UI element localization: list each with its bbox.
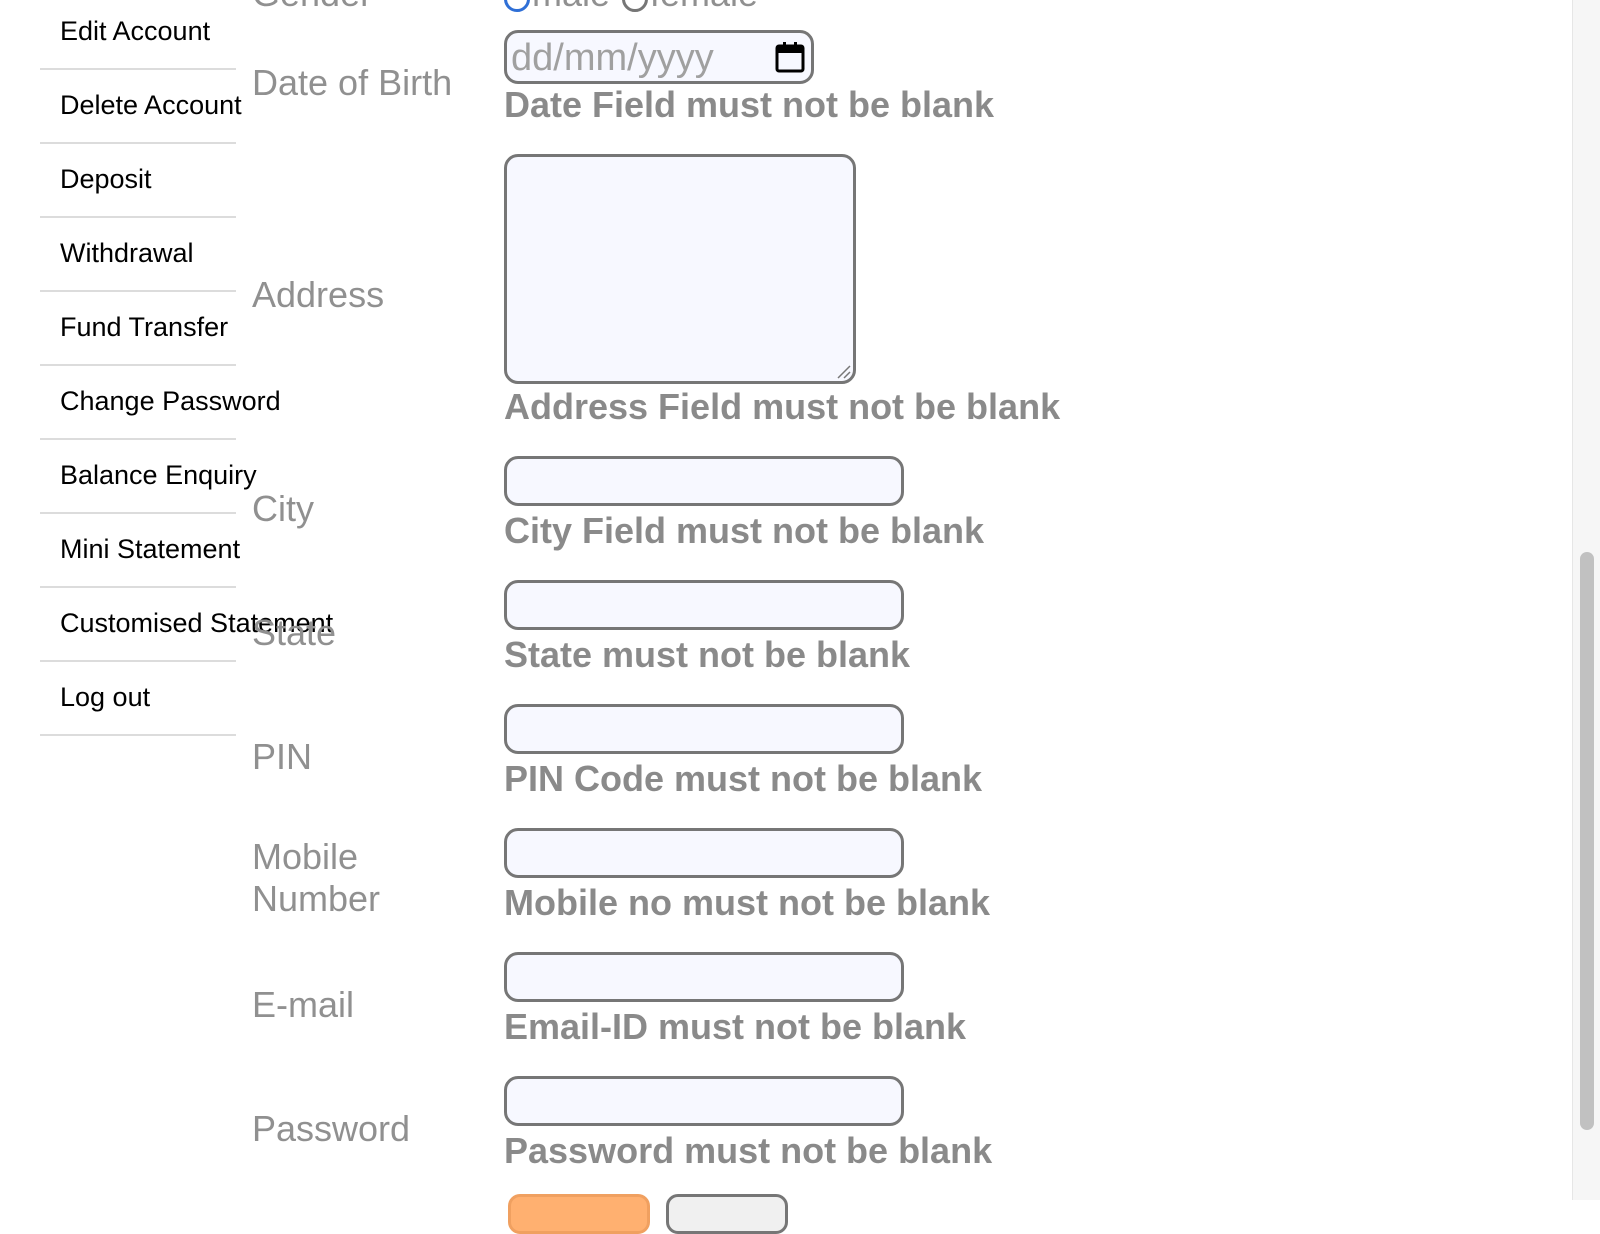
- menu-divider: [40, 290, 236, 292]
- password-error: Password must not be blank: [504, 1130, 993, 1171]
- balance-enquiry-link[interactable]: Balance Enquiry: [60, 444, 257, 506]
- pin-error: PIN Code must not be blank: [504, 758, 983, 799]
- menu-divider: [40, 142, 236, 144]
- state-input[interactable]: [504, 580, 904, 630]
- address-textarea[interactable]: [504, 154, 856, 384]
- menu-divider: [40, 512, 236, 514]
- city-error: City Field must not be blank: [504, 510, 985, 551]
- reset-button[interactable]: [666, 1194, 788, 1234]
- deposit-link[interactable]: Deposit: [60, 148, 152, 210]
- menu-divider: [40, 216, 236, 218]
- gender-male-label: male: [532, 0, 610, 15]
- menu-divider: [40, 660, 236, 662]
- gender-female-label: female: [650, 0, 758, 15]
- password-input[interactable]: [504, 1076, 904, 1126]
- mini-statement-link[interactable]: Mini Statement: [60, 518, 240, 580]
- menu-item-balance-enquiry: Balance Enquiry: [40, 444, 257, 518]
- city-label: City: [252, 488, 314, 529]
- menu-item-delete-account: Delete Account: [40, 74, 242, 148]
- submit-button[interactable]: [508, 1194, 650, 1234]
- menu-item-mini-statement: Mini Statement: [40, 518, 240, 592]
- pin-input[interactable]: [504, 704, 904, 754]
- menu-item-withdrawal: Withdrawal: [40, 222, 236, 296]
- email-input[interactable]: [504, 952, 904, 1002]
- menu-divider: [40, 364, 236, 366]
- scrollbar-thumb[interactable]: [1580, 552, 1594, 1130]
- pin-label: PIN: [252, 736, 313, 777]
- state-label: State: [252, 612, 337, 653]
- change-password-link[interactable]: Change Password: [60, 370, 281, 432]
- delete-account-link[interactable]: Delete Account: [60, 74, 242, 136]
- fund-transfer-link[interactable]: Fund Transfer: [60, 296, 228, 358]
- email-label: E-mail: [252, 984, 355, 1025]
- city-input[interactable]: [504, 456, 904, 506]
- menu-item-change-password: Change Password: [40, 370, 281, 444]
- mobile-error: Mobile no must not be blank: [504, 882, 990, 923]
- menu-divider: [40, 68, 236, 70]
- gender-female-radio[interactable]: [622, 0, 648, 12]
- mobile-label: Mobile Number: [252, 836, 381, 919]
- mobile-input[interactable]: [504, 828, 904, 878]
- password-label: Password: [252, 1108, 411, 1149]
- menu-divider: [40, 734, 236, 736]
- address-label: Address: [252, 274, 385, 315]
- log-out-link[interactable]: Log out: [60, 666, 150, 728]
- dob-input[interactable]: dd/mm/yyyy: [504, 30, 814, 84]
- dob-error: Date Field must not be blank: [504, 84, 995, 125]
- menu-divider: [40, 438, 236, 440]
- state-error: State must not be blank: [504, 634, 911, 675]
- gender-label: Gender: [252, 0, 372, 15]
- dob-placeholder: dd/mm/yyyy: [511, 37, 714, 79]
- calendar-icon[interactable]: [775, 41, 805, 73]
- email-error: Email-ID must not be blank: [504, 1006, 967, 1047]
- address-error: Address Field must not be blank: [504, 386, 1061, 427]
- menu-item-customised-statement: Customised Statement: [40, 592, 333, 666]
- menu-divider: [40, 586, 236, 588]
- menu-item-deposit: Deposit: [40, 148, 236, 222]
- menu-item-fund-transfer: Fund Transfer: [40, 296, 236, 370]
- menu-item-log-out: Log out: [40, 666, 236, 740]
- resize-handle-icon[interactable]: [836, 364, 852, 380]
- menu-item-edit-account: Edit Account: [40, 0, 236, 74]
- gender-male-radio[interactable]: [504, 0, 530, 12]
- dob-label: Date of Birth: [252, 62, 453, 103]
- withdrawal-link[interactable]: Withdrawal: [60, 222, 194, 284]
- edit-account-link[interactable]: Edit Account: [60, 0, 210, 62]
